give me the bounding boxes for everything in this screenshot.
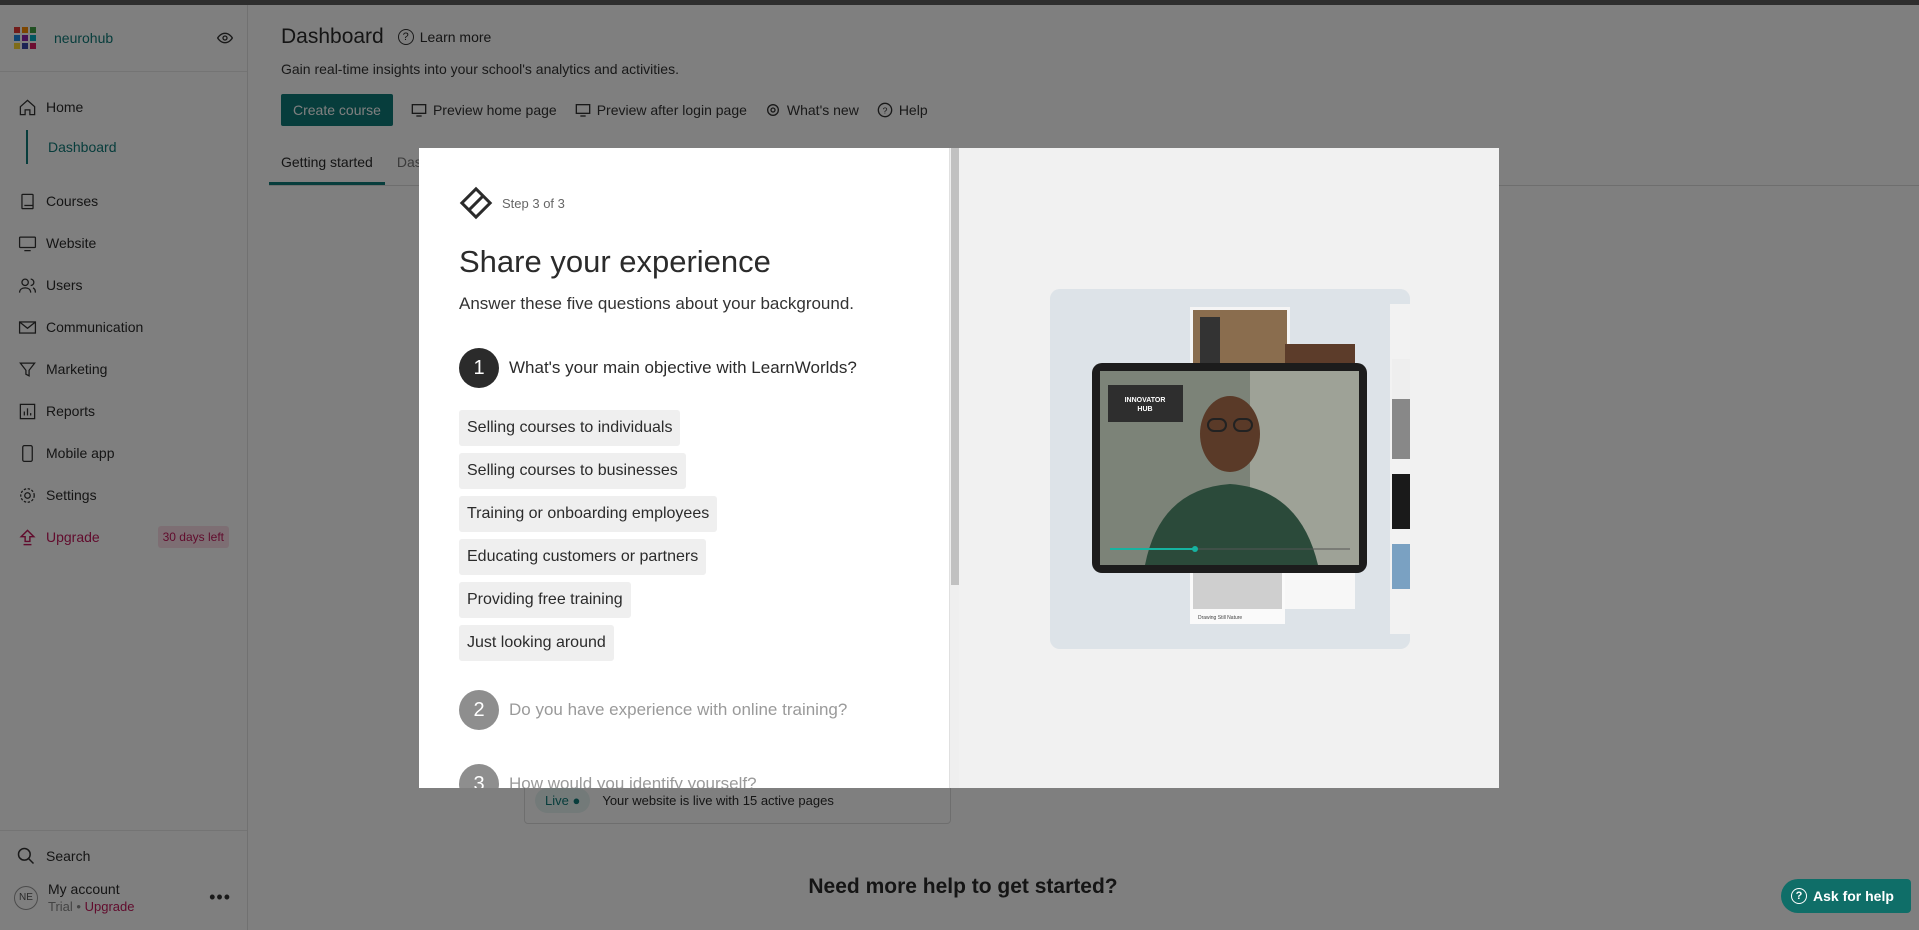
onboarding-modal: Step 3 of 3 Share your experience Answer… [419,148,1499,788]
logo-text: HUB [1137,406,1152,413]
illustration-image: Drawing Still Nature INNOVATOR HUB [1050,289,1410,649]
modal-title: Share your experience [459,244,771,279]
scrollbar-thumb[interactable] [951,148,959,585]
help-icon: ? [1791,888,1807,904]
question-1: 1 What's your main objective with LearnW… [459,348,959,388]
step-indicator: Step 3 of 3 [502,195,565,211]
option-training-employees[interactable]: Training or onboarding employees [459,496,718,532]
scrollbar[interactable] [949,148,959,788]
question-2: 2 Do you have experience with online tra… [459,690,959,730]
ask-for-help-button[interactable]: ? Ask for help [1781,879,1911,913]
modal-subtitle: Answer these five questions about your b… [459,294,855,313]
card-label: Drawing Still Nature [1198,615,1242,621]
option-selling-individuals[interactable]: Selling courses to individuals [459,410,681,446]
question-text: How would you identify yourself? [509,774,757,788]
option-free-training[interactable]: Providing free training [459,582,631,618]
question-3: 3 How would you identify yourself? [459,764,959,788]
illustration-panel: Drawing Still Nature INNOVATOR HUB [959,148,1499,788]
option-educating-customers[interactable]: Educating customers or partners [459,539,707,575]
answer-options: Selling courses to individuals Selling c… [459,410,959,668]
tablet-illustration: Drawing Still Nature INNOVATOR HUB [1050,289,1410,649]
option-selling-businesses[interactable]: Selling courses to businesses [459,453,686,489]
questionnaire-panel: Step 3 of 3 Share your experience Answer… [419,148,959,788]
option-just-looking[interactable]: Just looking around [459,625,614,661]
logo-text: INNOVATOR [1125,397,1166,404]
ask-for-help-label: Ask for help [1813,888,1894,904]
question-text: What's your main objective with LearnWor… [509,358,857,377]
question-text: Do you have experience with online train… [509,700,848,719]
question-number: 2 [459,690,499,730]
question-number: 1 [459,348,499,388]
learnworlds-logo-icon [459,186,493,220]
question-number: 3 [459,764,499,788]
